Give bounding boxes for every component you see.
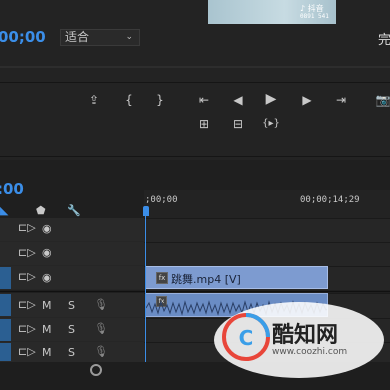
snap-icon[interactable]: ◣	[0, 204, 8, 217]
insert-button[interactable]: ⊞	[193, 115, 215, 133]
trim-button[interactable]: {▸}	[260, 115, 282, 133]
watermark-logo: C 酷知网 www.coozhi.com	[208, 295, 390, 385]
mute-button[interactable]: M	[42, 299, 52, 312]
go-to-in-button[interactable]: ⇤	[193, 91, 215, 109]
microphone-icon[interactable]: 🎙	[94, 345, 108, 358]
clip-name: 跳舞.mp4 [V]	[171, 273, 241, 286]
playhead-line[interactable]	[145, 216, 146, 366]
toggle-sync-lock-icon[interactable]: ⊏▷	[18, 322, 36, 335]
overwrite-button[interactable]: ⊟	[227, 115, 249, 133]
eye-icon[interactable]: ◉	[42, 246, 52, 259]
eye-icon[interactable]: ◉	[42, 222, 52, 235]
program-timecode[interactable]: 00;00	[0, 28, 46, 46]
step-forward-button[interactable]: ▶	[296, 91, 318, 109]
toggle-sync-lock-icon[interactable]: ⊏▷	[18, 298, 36, 311]
track-target-v1[interactable]	[0, 267, 11, 289]
ruler-start-label: ;00;00	[145, 195, 178, 205]
toggle-sync-lock-icon[interactable]: ⊏▷	[18, 270, 36, 283]
track-target-a3[interactable]	[0, 343, 11, 361]
mute-button[interactable]: M	[42, 346, 52, 359]
watermark-brand-text: 酷知网	[272, 323, 339, 348]
step-back-button[interactable]: ◀	[227, 91, 249, 109]
zoom-fit-select[interactable]: 适合 ⌄	[60, 29, 140, 46]
export-frame-icon[interactable]: ⇪	[83, 91, 105, 109]
play-button[interactable]: ▶	[260, 90, 282, 108]
video-preview-thumbnail: ♪ 抖音 0891 541	[208, 0, 336, 24]
track-target-a1[interactable]	[0, 294, 11, 316]
zoom-scrollbar-knob[interactable]	[90, 364, 102, 376]
track-target-a2[interactable]	[0, 319, 11, 341]
video-clip[interactable]: fx 跳舞.mp4 [V]	[145, 266, 328, 289]
microphone-icon[interactable]: 🎙	[94, 322, 108, 335]
eye-icon[interactable]: ◉	[42, 271, 52, 284]
solo-button[interactable]: S	[68, 299, 75, 312]
microphone-icon[interactable]: 🎙	[94, 298, 108, 311]
thumbnail-id-text: 0891 541	[300, 13, 329, 20]
toggle-sync-lock-icon[interactable]: ⊏▷	[18, 246, 36, 259]
mark-out-button[interactable]: }	[149, 91, 171, 109]
toggle-sync-lock-icon[interactable]: ⊏▷	[18, 221, 36, 234]
svg-text:C: C	[239, 326, 254, 350]
solo-button[interactable]: S	[68, 346, 75, 359]
mute-button[interactable]: M	[42, 323, 52, 336]
chevron-down-icon: ⌄	[125, 32, 133, 42]
divider	[0, 291, 390, 292]
go-to-out-button[interactable]: ⇥	[330, 91, 352, 109]
toggle-sync-lock-icon[interactable]: ⊏▷	[18, 345, 36, 358]
camera-icon[interactable]: 📷	[372, 91, 390, 109]
mini-timeline-scrubber[interactable]	[0, 66, 390, 68]
divider	[0, 156, 390, 157]
divider	[0, 82, 390, 83]
playhead-handle[interactable]	[143, 206, 149, 216]
solo-button[interactable]: S	[68, 323, 75, 336]
timeline-timecode[interactable]: :00	[0, 180, 24, 198]
watermark-url-text: www.coozhi.com	[272, 347, 348, 357]
wrench-icon[interactable]: 🔧	[67, 204, 81, 217]
ruler-end-label: 00;00;14;29	[300, 195, 360, 205]
fx-badge-icon: fx	[156, 272, 168, 284]
complete-button-partial[interactable]: 完	[378, 29, 390, 48]
mark-in-button[interactable]: {	[118, 91, 140, 109]
zoom-fit-value: 适合	[65, 30, 90, 44]
marker-icon[interactable]: ⬟	[36, 204, 46, 217]
